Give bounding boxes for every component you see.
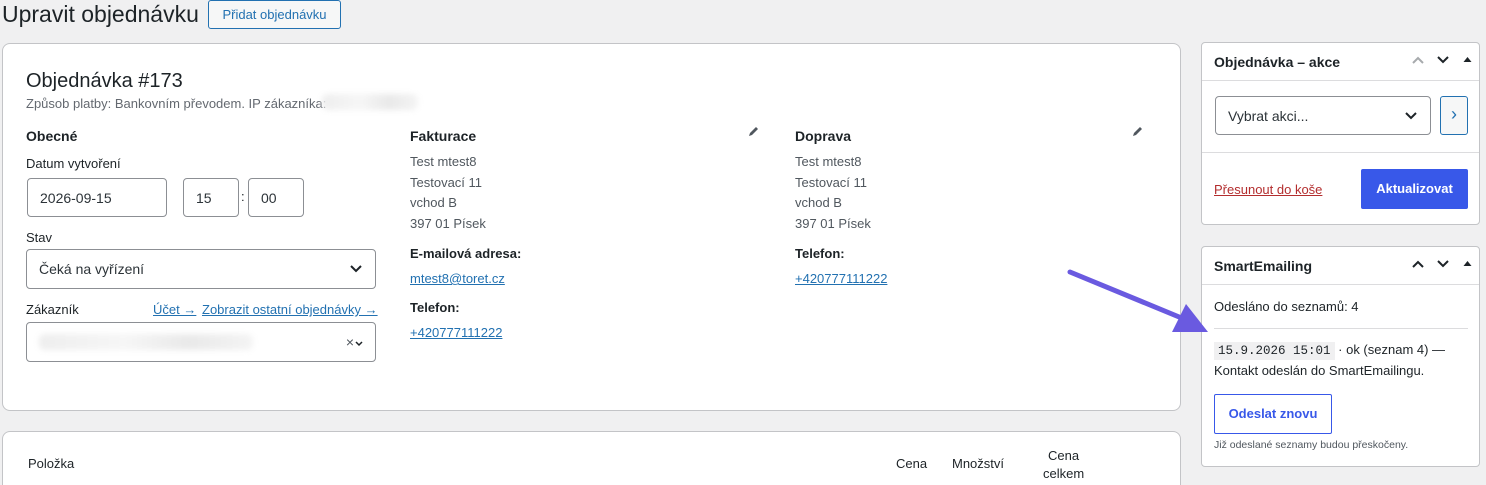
resend-hint: Již odeslané seznamy budou přeskočeny. [1214, 439, 1409, 451]
ip-address-redacted [322, 94, 418, 110]
customer-clear-icon[interactable]: × [346, 334, 363, 350]
billing-heading: Fakturace [410, 128, 477, 144]
minute-value: 00 [261, 189, 277, 206]
sent-to-lists-text: Odesláno do seznamů: 4 [1214, 299, 1359, 314]
shipping-address-line: 397 01 Písek [795, 215, 871, 231]
customer-select[interactable]: × [26, 322, 376, 362]
shipping-phone-label: Telefon: [795, 246, 845, 261]
billing-address-line: Test mtest8 [410, 154, 477, 169]
items-col-item: Položka [28, 456, 75, 471]
sync-log-entry: 15.9.2026 15:01 · ok (seznam 4) — Kontak… [1214, 340, 1470, 380]
order-title: Objednávka #173 [26, 70, 183, 92]
apply-action-symbol: › [1451, 104, 1457, 124]
hour-input[interactable]: 15 [183, 178, 239, 217]
smartemailing-title: SmartEmailing [1214, 258, 1313, 274]
sync-log-message: Kontakt odeslán do SmartEmailingu. [1214, 363, 1425, 378]
time-separator: : [241, 189, 245, 204]
edit-billing-pencil-icon[interactable] [748, 126, 759, 137]
customer-redacted [39, 334, 253, 350]
chevron-down-icon [1405, 111, 1417, 119]
order-items-panel [2, 431, 1181, 485]
resend-button[interactable]: Odeslat znovu [1214, 394, 1332, 434]
chevron-up-icon[interactable] [1411, 55, 1425, 65]
shipping-phone-link[interactable]: +420777111222 [795, 271, 887, 286]
chevron-down-icon[interactable] [1436, 259, 1450, 269]
divider [1202, 284, 1479, 285]
billing-phone-link[interactable]: +420777111222 [410, 325, 502, 340]
divider [1214, 328, 1468, 329]
billing-address-line: vchod B [410, 195, 457, 210]
status-select[interactable]: Čeká na vyřízení [26, 249, 376, 289]
date-created-value: 2026-09-15 [40, 189, 112, 206]
general-heading: Obecné [26, 128, 78, 144]
date-created-input[interactable]: 2026-09-15 [27, 178, 167, 217]
move-to-trash-link[interactable]: Přesunout do koše [1214, 182, 1322, 197]
divider [1202, 80, 1479, 81]
divider [1202, 152, 1479, 153]
status-label: Stav [26, 230, 53, 245]
clear-symbol: × [345, 334, 354, 350]
billing-address: Test mtest8 Testovací 11 vchod B 397 01 … [410, 152, 486, 234]
items-col-total: Cena celkem [1043, 447, 1084, 483]
items-col-total-line1: Cena [1048, 448, 1080, 463]
annotation-arrow-icon [1067, 269, 1208, 332]
chevron-down-icon [350, 265, 362, 273]
billing-email-label: E-mailová adresa: [410, 246, 522, 261]
minute-input[interactable]: 00 [248, 178, 304, 217]
apply-action-button[interactable]: › [1440, 96, 1468, 135]
billing-email-link[interactable]: mtest8@toret.cz [410, 271, 505, 286]
shipping-address: Test mtest8 Testovací 11 vchod B 397 01 … [795, 152, 871, 234]
shipping-address-line: Test mtest8 [795, 154, 862, 169]
page-title: Upravit objednávku [2, 1, 199, 27]
chevron-down-icon [355, 341, 363, 347]
billing-address-line: Testovací 11 [410, 174, 483, 190]
shipping-heading: Doprava [795, 128, 852, 144]
items-col-qty: Množství [952, 456, 1005, 471]
items-col-price: Cena [896, 456, 928, 471]
collapse-toggle-icon[interactable] [1463, 56, 1472, 63]
sync-log-status: · ok (seznam 4) — [1334, 342, 1446, 357]
order-action-select[interactable]: Vybrat akci... [1215, 96, 1431, 135]
date-created-label: Datum vytvoření [26, 156, 121, 171]
edit-shipping-pencil-icon[interactable] [1132, 126, 1143, 137]
chevron-up-icon[interactable] [1411, 259, 1425, 269]
order-meta: Způsob platby: Bankovním převodem. IP zá… [26, 96, 327, 111]
status-value: Čeká na vyřízení [39, 261, 145, 277]
shipping-address-line: Testovací 11 [795, 174, 868, 190]
chevron-down-icon[interactable] [1436, 55, 1450, 65]
update-button[interactable]: Aktualizovat [1361, 169, 1468, 209]
add-order-button[interactable]: Přidat objednávku [208, 0, 341, 29]
billing-phone-label: Telefon: [410, 300, 460, 315]
hour-value: 15 [196, 189, 212, 206]
sync-log-timestamp: 15.9.2026 15:01 [1214, 342, 1335, 360]
billing-address-line: 397 01 Písek [410, 215, 486, 231]
order-actions-title: Objednávka – akce [1214, 54, 1341, 70]
order-action-value: Vybrat akci... [1228, 107, 1309, 124]
items-col-total-line2: celkem [1043, 466, 1085, 481]
collapse-toggle-icon[interactable] [1463, 260, 1472, 267]
customer-label: Zákazník [26, 302, 79, 317]
other-orders-link[interactable]: Zobrazit ostatní objednávky → [202, 302, 378, 317]
shipping-address-line: vchod B [795, 195, 842, 210]
customer-account-link[interactable]: Účet → [153, 302, 196, 317]
